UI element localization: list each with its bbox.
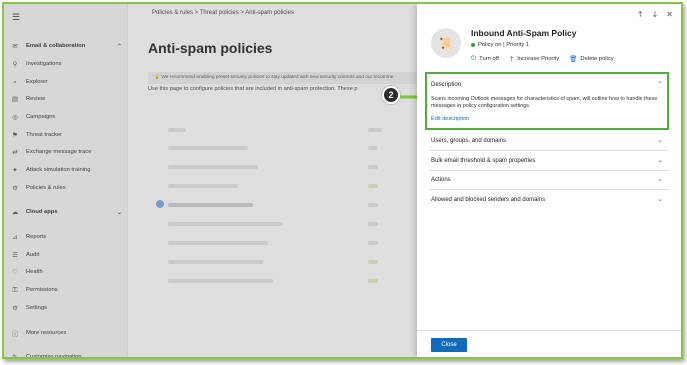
turn-off-button[interactable]: ⏻ Turn off [471, 54, 499, 63]
footer-divider [417, 330, 681, 331]
section-users-groups-domains[interactable]: Users, groups, and domains [431, 138, 506, 144]
close-button[interactable]: Close [431, 338, 467, 352]
policy-scroll-icon: 📜 [431, 28, 461, 58]
power-icon: ⏻ [471, 54, 477, 62]
increase-priority-label: Increase Priority [517, 55, 560, 62]
edit-description-link[interactable]: Edit description [431, 116, 469, 122]
section-allowed-blocked-senders[interactable]: Allowed and blocked senders and domains [431, 197, 545, 203]
chevron-up-icon[interactable]: ⌃ [658, 80, 663, 88]
section-divider [429, 150, 669, 151]
panel-navigation: ↑ ↓ ✕ [637, 10, 673, 19]
panel-actions: ⏻ Turn off ↑ Increase Priority 🗑 Delete … [471, 54, 614, 63]
next-item-icon[interactable]: ↓ [652, 10, 659, 19]
previous-item-icon[interactable]: ↑ [637, 10, 644, 19]
delete-policy-button[interactable]: 🗑 Delete policy [569, 54, 613, 63]
status-dot-icon [471, 43, 475, 47]
panel-title: Inbound Anti-Spam Policy [471, 28, 577, 38]
chevron-down-icon[interactable]: ⌄ [658, 136, 663, 144]
modal-overlay [4, 4, 417, 357]
chevron-down-icon[interactable]: ⌄ [658, 175, 663, 183]
chevron-down-icon[interactable]: ⌄ [658, 156, 663, 164]
description-heading[interactable]: Description [431, 82, 461, 88]
turn-off-label: Turn off [479, 55, 499, 62]
section-divider [429, 189, 669, 190]
chevron-down-icon[interactable]: ⌄ [658, 195, 663, 203]
description-text: Scans incoming Outlook messages for char… [431, 96, 658, 110]
increase-priority-button[interactable]: ↑ Increase Priority [509, 54, 559, 63]
window-frame: ☰ ✉ Email & collaboration ⌃ ⚲ Investigations… [2, 2, 683, 359]
section-divider [429, 170, 669, 171]
section-bulk-email-threshold[interactable]: Bulk email threshold & spam properties [431, 158, 535, 164]
policy-details-panel: ↑ ↓ ✕ 📜 Inbound Anti-Spam Policy Policy … [417, 4, 681, 357]
arrow-up-icon: ↑ [508, 54, 515, 63]
section-actions[interactable]: Actions [431, 177, 451, 183]
delete-policy-label: Delete policy [580, 55, 614, 62]
close-icon[interactable]: ✕ [666, 10, 673, 19]
annotation-badge: 2 [382, 86, 400, 104]
policy-status: Policy on | Priority 1 [471, 42, 529, 48]
policy-status-text: Policy on | Priority 1 [478, 42, 530, 48]
trash-icon: 🗑 [569, 54, 578, 63]
